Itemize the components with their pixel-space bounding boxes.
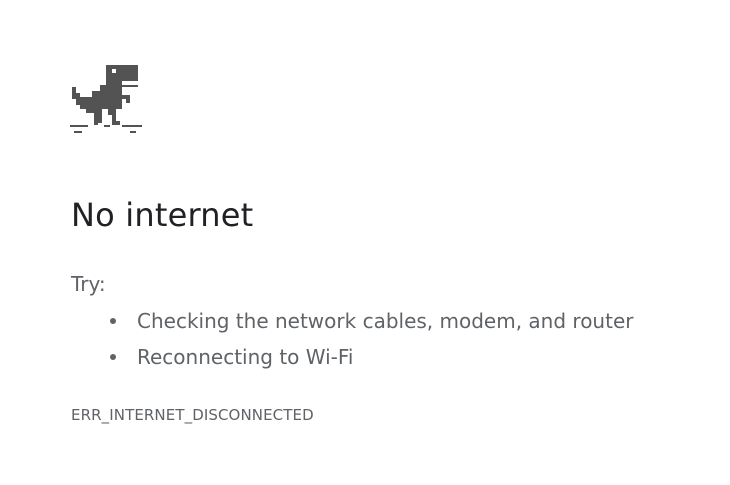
suggestions-label: Try: xyxy=(71,272,106,296)
bullet-icon xyxy=(110,354,116,360)
suggestions-list: Checking the network cables, modem, and … xyxy=(107,307,633,379)
suggestion-item: Checking the network cables, modem, and … xyxy=(107,307,633,343)
error-code: ERR_INTERNET_DISCONNECTED xyxy=(71,406,314,424)
suggestion-text: Reconnecting to Wi-Fi xyxy=(137,345,354,369)
offline-error-page: No internet Try: Checking the network ca… xyxy=(0,0,730,485)
page-title: No internet xyxy=(71,196,254,234)
suggestion-text: Checking the network cables, modem, and … xyxy=(137,309,634,333)
bullet-icon xyxy=(110,318,116,324)
suggestion-item: Reconnecting to Wi-Fi xyxy=(107,343,633,379)
offline-dino-icon xyxy=(70,65,142,133)
